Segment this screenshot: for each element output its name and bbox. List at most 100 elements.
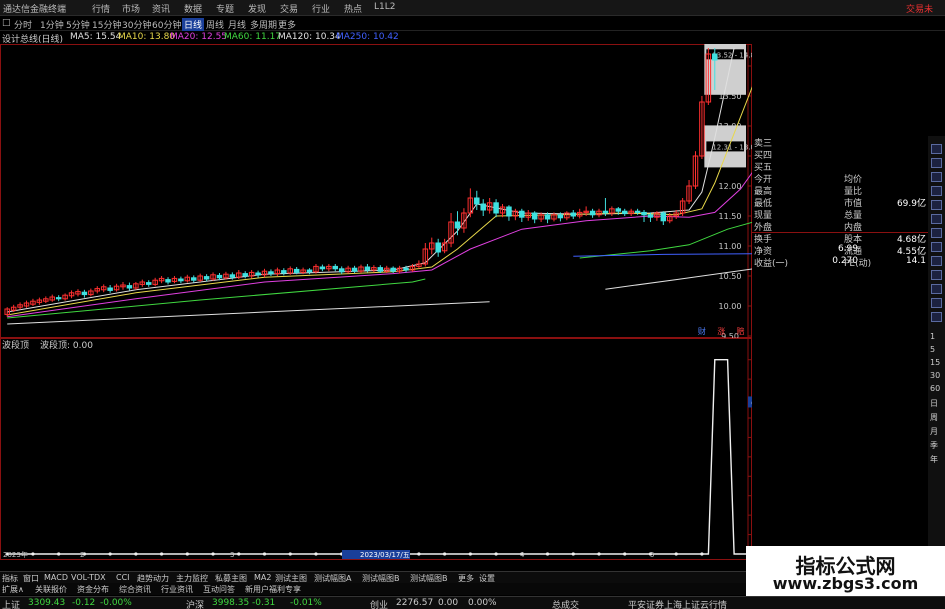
period-more[interactable]: 更多 [278,18,296,31]
candle-body [589,210,596,216]
range-box-label: 12.31 - 13.01 [712,143,752,151]
status-item: 沪深 [186,601,205,609]
info-tab[interactable]: 综合资讯 [119,584,151,595]
tool-icon[interactable] [931,298,942,308]
sub-indicator-dot [185,552,189,556]
candle-body [281,270,287,274]
candle-body [229,274,236,278]
ma20-label: MA20: 12.55 [170,32,228,42]
menu-market[interactable]: 市场 [122,2,140,15]
status-bar: 上证 3309.43 -0.12 -0.00% 沪深 3998.35 -0.31 -0.01%… [0,596,945,609]
side-period[interactable]: 月 [930,426,938,437]
x-axis-label: 4 [520,551,525,559]
tool-icon[interactable] [931,214,942,224]
period-bar: □ 分时 1分钟 5分钟 15分钟 30分钟 60分钟 日线 周线 月线 多周期… [0,17,945,31]
candle-body [126,285,133,289]
layout-icon[interactable]: □ [2,18,11,28]
period-intraday[interactable]: 分时 [14,18,32,31]
price-chart[interactable]: 14.0013.5013.0012.5012.0011.5011.0010.50… [0,44,752,338]
side-period[interactable]: 周 [930,412,938,423]
side-period[interactable]: 年 [930,454,938,465]
side-period-num[interactable]: 1 [930,332,935,341]
tool-icon[interactable] [931,186,942,196]
indicator-tab[interactable]: MA2 [254,573,271,582]
tool-icon[interactable] [931,158,942,168]
side-period-num[interactable]: 30 [930,371,940,380]
period-30min[interactable]: 30分钟 [122,18,151,31]
tool-icon[interactable] [931,284,942,294]
trade-closed-label[interactable]: 交易未 [906,2,933,15]
info-tab[interactable]: 关联报价 [35,584,67,595]
side-period-num[interactable]: 5 [930,345,935,354]
status-item: -0.01% [290,598,322,608]
sub-indicator-dot [597,552,601,556]
menu-trade[interactable]: 交易 [280,2,298,15]
indicator-tab[interactable]: CCI [116,573,130,582]
price-tick-label: 10.00 [719,302,742,311]
tool-icon[interactable] [931,144,942,154]
side-period[interactable]: 季 [930,440,938,451]
period-multi[interactable]: 多周期 [250,18,277,31]
candle-body [474,197,480,205]
sub-indicator-dot [108,552,112,556]
period-15min[interactable]: 15分钟 [92,18,121,31]
period-daily[interactable]: 日线 [182,18,205,31]
candle-body [570,212,577,217]
candle-body [377,267,384,272]
info-tab[interactable]: 新用户福利专享 [245,584,301,595]
candle-body [319,266,326,270]
period-5min[interactable]: 5分钟 [66,18,90,31]
indicator-chart[interactable]: 1.000.900.800.700.600.500.400.300.200.10… [0,338,752,560]
ma60-label: MA60: 11.17 [224,32,282,42]
period-60min[interactable]: 60分钟 [152,18,181,31]
indicator-tab[interactable]: MACD [44,573,68,582]
menu-discover[interactable]: 发现 [248,2,266,15]
menu-hot[interactable]: 热点 [344,2,362,15]
tool-icon[interactable] [931,256,942,266]
tool-icon[interactable] [931,312,942,322]
quote-field-label-2: PE(动) [844,259,872,269]
candle-body [81,291,88,296]
menu-quotes[interactable]: 行情 [92,2,110,15]
info-tab[interactable]: 行业资讯 [161,584,193,595]
price-tick-label: 11.50 [719,212,742,221]
menu-data[interactable]: 数据 [184,2,202,15]
candle-body [531,212,538,220]
tool-icon[interactable] [931,228,942,238]
candle-body [191,277,197,281]
side-period-num[interactable]: 60 [930,384,940,393]
sub-indicator-line [7,359,752,555]
period-weekly[interactable]: 周线 [206,18,224,31]
quote-row: 最低 市值 69.9亿 [754,196,928,209]
sub-indicator-value: 波段顶: 0.00 [40,341,93,351]
x-axis-label: 2023年 [3,550,28,559]
menu-industry[interactable]: 行业 [312,2,330,15]
candle-body [435,242,441,253]
side-period[interactable]: 日 [930,398,938,409]
info-tab[interactable]: 资金分布 [77,584,109,595]
sub-indicator-dot [468,552,472,556]
menu-topics[interactable]: 专题 [216,2,234,15]
menu-news[interactable]: 资讯 [152,2,170,15]
indicator-tab[interactable]: VOL-TDX [71,573,106,582]
tool-icon[interactable] [931,242,942,252]
sub-chart-frame [0,338,752,560]
menu-l1l2[interactable]: L1L2 [374,2,395,12]
status-item: 创业 [370,601,389,609]
tool-icon[interactable] [931,200,942,210]
sub-indicator-dot [700,552,704,556]
info-tab[interactable]: 扩展∧ [2,584,24,595]
candle-body [306,269,313,273]
period-monthly[interactable]: 月线 [228,18,246,31]
watermark: 指标公式网 www.zbgs3.com [746,546,945,596]
side-period-num[interactable]: 15 [930,358,940,367]
candle-body [390,267,396,272]
period-1min[interactable]: 1分钟 [40,18,64,31]
sub-highlight-label: 0.78 [751,399,752,407]
tool-icon[interactable] [931,270,942,280]
candle-body [454,221,461,229]
info-tab[interactable]: 互动问答 [203,584,235,595]
menu-bar: 通达信金融终端 行情 市场 资讯 数据 专题 发现 交易 行业 热点 L1L2 … [0,0,945,16]
candle-body [641,211,647,216]
tool-icon[interactable] [931,172,942,182]
